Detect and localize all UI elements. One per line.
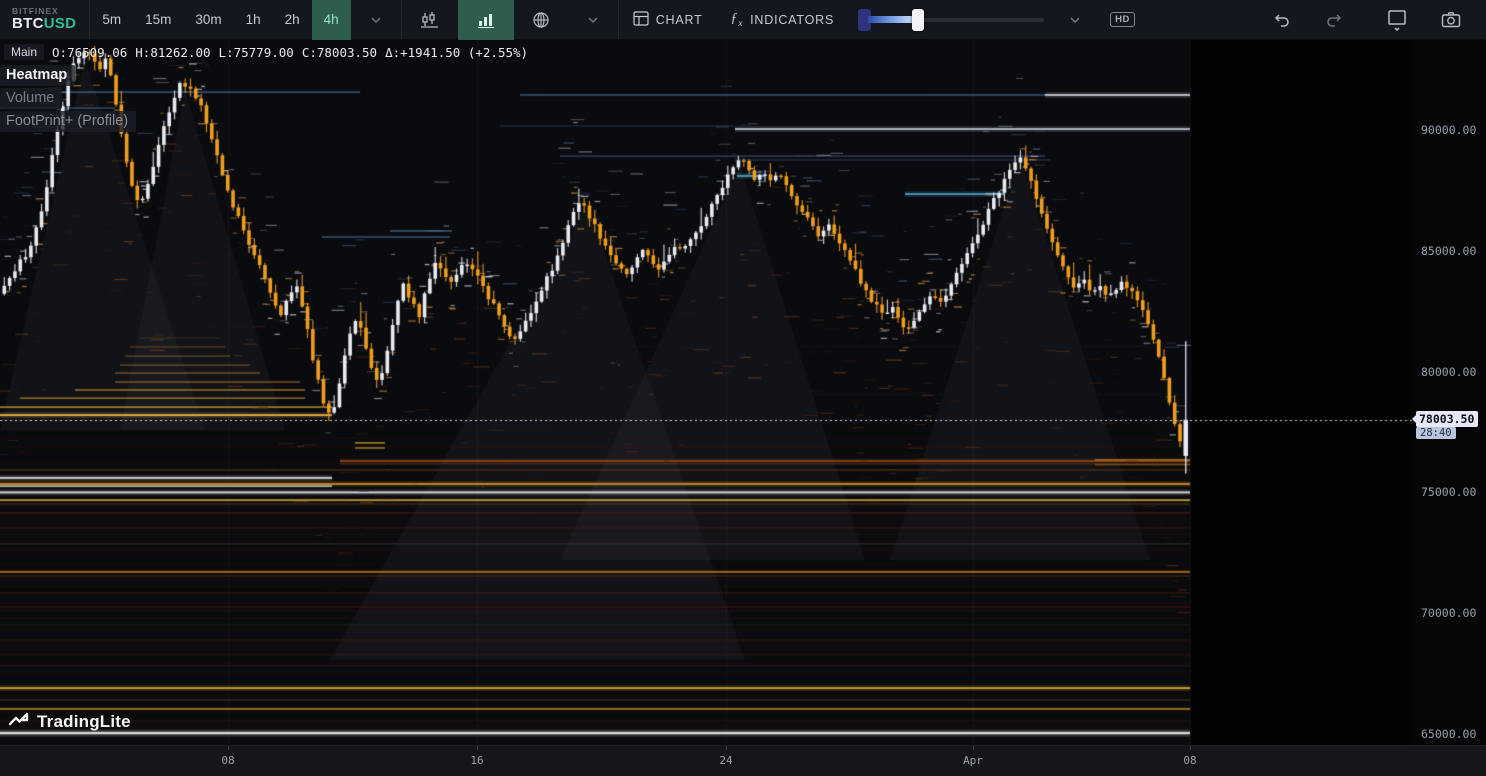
- top-toolbar: BITFINEX BTCUSD 5m 15m 30m 1h 2h 4h: [0, 0, 1486, 40]
- hd-quality-toggle[interactable]: HD: [1110, 12, 1135, 27]
- toolbar-right-tools: [1256, 0, 1486, 40]
- globe-overlay-icon[interactable]: [514, 0, 568, 40]
- symbol-label: BTCUSD: [12, 16, 76, 33]
- time-axis-tick: [477, 746, 478, 750]
- layer-heatmap[interactable]: Heatmap: [0, 65, 75, 86]
- price-axis-label: 85000.00: [1421, 244, 1476, 258]
- time-axis[interactable]: 08 16 24 Apr 08: [0, 745, 1486, 776]
- ohlc-delta: Δ:+1941.50 (+2.55%): [385, 45, 528, 60]
- layer-volume[interactable]: Volume: [0, 88, 62, 109]
- tradinglite-logo-icon: [8, 710, 30, 734]
- timeframe-5m[interactable]: 5m: [90, 0, 133, 40]
- time-axis-tick: [726, 746, 727, 750]
- price-axis-label: 90000.00: [1421, 123, 1476, 137]
- watermark-text: TradingLite: [37, 712, 131, 732]
- ohlc-close: C:78003.50: [302, 45, 377, 60]
- screenshot-camera-icon[interactable]: [1426, 0, 1476, 40]
- current-price-tag: 78003.50: [1416, 411, 1478, 427]
- overlay-dropdown-chevron-icon[interactable]: [568, 0, 618, 40]
- slider-fill: [868, 16, 916, 23]
- chart-grid-icon: [633, 11, 649, 29]
- time-axis-label: 16: [470, 754, 483, 767]
- layer-footprint-profile[interactable]: FootPrint+ (Profile): [0, 111, 136, 132]
- undo-icon[interactable]: [1256, 0, 1306, 40]
- chart-canvas[interactable]: [0, 40, 1413, 745]
- timeframe-1h[interactable]: 1h: [234, 0, 273, 40]
- slider-handle[interactable]: [912, 9, 924, 31]
- time-axis-label: 08: [1183, 754, 1196, 767]
- ohlc-open: O:76509.06: [52, 45, 127, 60]
- main-layer-chip[interactable]: Main: [4, 44, 44, 60]
- chart-area: Main O:76509.06 H:81262.00 L:75779.00 C:…: [0, 40, 1486, 745]
- ohlc-legend: Main O:76509.06 H:81262.00 L:75779.00 C:…: [4, 44, 528, 60]
- heatmap-intensity-slider[interactable]: [858, 0, 1044, 40]
- tradinglite-watermark: TradingLite: [8, 710, 131, 734]
- ohlc-high: H:81262.00: [135, 45, 210, 60]
- symbol-selector[interactable]: BITFINEX BTCUSD: [0, 7, 89, 33]
- fx-icon: ƒx: [731, 11, 744, 28]
- chart-menu-button[interactable]: CHART: [619, 0, 717, 40]
- volume-histogram-icon[interactable]: [458, 0, 514, 40]
- time-axis-label: 24: [719, 754, 732, 767]
- price-axis[interactable]: 78003.50 28:40 90000.00 85000.00 70000.00 6…: [1413, 40, 1486, 745]
- time-axis-label: Apr: [963, 754, 983, 767]
- timeframe-2h[interactable]: 2h: [273, 0, 312, 40]
- timeframe-15m[interactable]: 15m: [133, 0, 183, 40]
- tradinglite-app: BITFINEX BTCUSD 5m 15m 30m 1h 2h 4h: [0, 0, 1486, 776]
- time-axis-tick: [1190, 746, 1191, 750]
- timeframe-dropdown-chevron-icon[interactable]: [351, 0, 401, 40]
- slider-dropdown-chevron-icon[interactable]: [1050, 0, 1100, 40]
- indicators-button[interactable]: ƒx INDICATORS: [717, 0, 849, 40]
- timeframe-30m[interactable]: 30m: [183, 0, 233, 40]
- fullscreen-frame-icon[interactable]: [1372, 0, 1422, 40]
- time-axis-label: 08: [221, 754, 234, 767]
- price-axis-label: 75000.00: [1421, 485, 1476, 499]
- price-axis-label: 70000.00: [1421, 606, 1476, 620]
- ohlc-low: L:75779.00: [219, 45, 294, 60]
- candle-countdown: 28:40: [1416, 427, 1456, 439]
- price-axis-label: 80000.00: [1421, 365, 1476, 379]
- price-axis-label: 65000.00: [1421, 727, 1476, 741]
- redo-icon[interactable]: [1310, 0, 1360, 40]
- time-axis-tick: [228, 746, 229, 750]
- candles-chart-type-icon[interactable]: [402, 0, 458, 40]
- time-axis-tick: [973, 746, 974, 750]
- timeframe-4h-active[interactable]: 4h: [312, 0, 351, 40]
